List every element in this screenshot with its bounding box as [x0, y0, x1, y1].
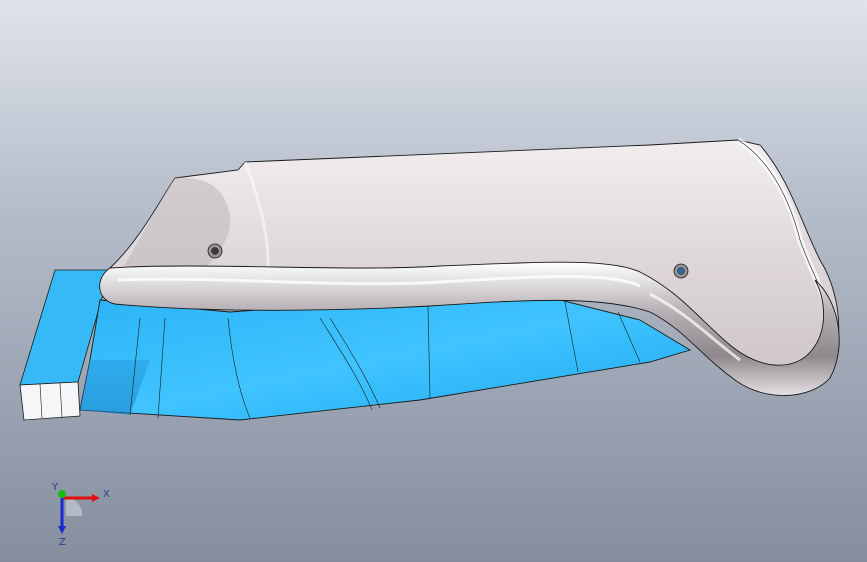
model-scene[interactable] — [0, 0, 867, 562]
coordinate-triad: X Z Y — [51, 482, 110, 548]
screw-hole-front[interactable] — [207, 243, 223, 259]
cad-viewport[interactable]: X Z Y — [0, 0, 867, 562]
y-axis-icon — [58, 490, 66, 498]
blue-blade[interactable] — [79, 297, 692, 421]
z-axis-label: Z — [59, 537, 66, 548]
screw-hole-rear[interactable] — [673, 263, 689, 279]
y-axis-label: Y — [51, 482, 59, 493]
x-axis-label: X — [103, 489, 110, 500]
